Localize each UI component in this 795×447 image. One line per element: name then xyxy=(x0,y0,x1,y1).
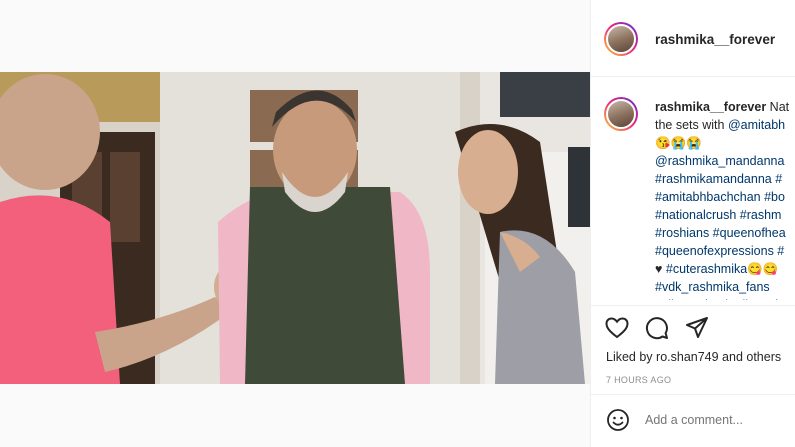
caption-text: rashmika__forever Nat the sets with @amit… xyxy=(655,98,795,300)
header-username[interactable]: rashmika__forever xyxy=(655,32,775,47)
post-photo[interactable] xyxy=(0,72,590,384)
caption-line: #queenofexpressions # xyxy=(655,242,795,260)
caption-tag-link[interactable]: #roshians #queenofhea xyxy=(655,226,786,240)
comment-icon[interactable] xyxy=(644,315,670,341)
caption-tag-link[interactable]: #vdk_rashmika_fans xyxy=(655,280,770,294)
caption-line: 😘😭😭 xyxy=(655,134,795,152)
likes-count[interactable]: Liked by ro.shan749 and others xyxy=(606,350,781,364)
share-icon[interactable] xyxy=(684,315,710,341)
post-timestamp[interactable]: 7 HOURS AGO xyxy=(606,375,671,385)
avatar[interactable] xyxy=(604,22,638,56)
caption-text-run: Nat xyxy=(766,100,790,114)
caption-text-run: 😘😭😭 xyxy=(655,136,702,150)
caption-tag-link[interactable]: #queenofexpressions # xyxy=(655,244,784,258)
media-area xyxy=(0,0,590,447)
caption-tag-link[interactable]: #amitabhbachchan #bo xyxy=(655,190,785,204)
caption-line: #roshians #queenofhea xyxy=(655,224,795,242)
caption-line: #rashmikamandanna # xyxy=(655,170,795,188)
caption-line: ♥ #cuterashmika😋😋 xyxy=(655,260,795,278)
post-side-panel: rashmika__forever rashmika__forever Nat t… xyxy=(590,0,795,447)
emoji-icon[interactable] xyxy=(605,407,631,433)
caption-tag-link[interactable]: #rashmikamandanna # xyxy=(655,172,782,186)
comment-bar xyxy=(591,394,795,447)
caption-tag-link[interactable]: #vijayandrashmika #vi xyxy=(655,298,778,300)
caption-text-run: the sets with xyxy=(655,118,728,132)
post-header: rashmika__forever xyxy=(591,0,795,77)
heart-icon[interactable] xyxy=(604,315,630,341)
comment-input[interactable] xyxy=(645,413,795,427)
caption-text-run: 😋😋 xyxy=(747,262,779,276)
caption-tag-link[interactable]: #nationalcrush #rashm xyxy=(655,208,781,222)
photo-illustration xyxy=(0,72,590,384)
caption-line: #amitabhbachchan #bo xyxy=(655,188,795,206)
caption-tag-link[interactable]: @rashmika_mandanna xyxy=(655,154,784,168)
caption-username[interactable]: rashmika__forever xyxy=(655,100,766,114)
caption-text-run: ♥ xyxy=(655,262,666,276)
caption-line: #nationalcrush #rashm xyxy=(655,206,795,224)
caption-tag-link[interactable]: @amitabh xyxy=(728,118,785,132)
caption-line: #vijayandrashmika #vi xyxy=(655,296,795,300)
caption-line: the sets with @amitabh xyxy=(655,116,795,134)
caption-line: #vdk_rashmika_fans xyxy=(655,278,795,296)
caption-tag-link[interactable]: #cuterashmika xyxy=(666,262,747,276)
caption-line: @rashmika_mandanna xyxy=(655,152,795,170)
caption-line: rashmika__forever Nat xyxy=(655,98,795,116)
post-actions: Liked by ro.shan749 and others 7 HOURS A… xyxy=(591,305,795,446)
caption-avatar[interactable] xyxy=(604,97,638,131)
